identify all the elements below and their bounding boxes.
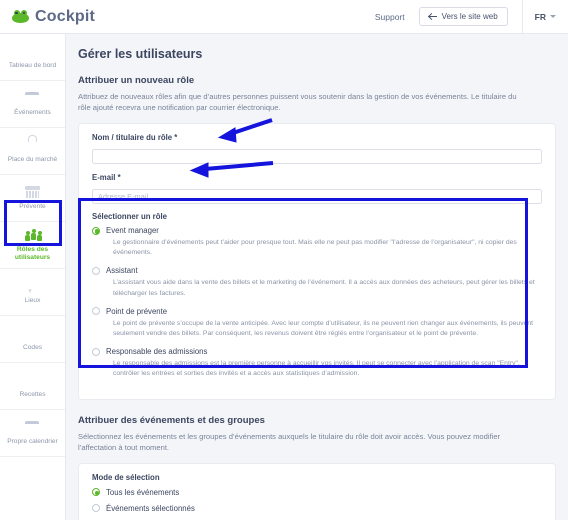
email-field-group: E-mail * xyxy=(79,173,555,204)
sidebar-item-user-roles[interactable]: Rôles des utilisateurs xyxy=(0,222,65,269)
assign-role-card: Nom / titulaire du rôle * E-mail * Sélec… xyxy=(78,123,556,400)
sidebar-item-label: Tableau de bord xyxy=(8,61,57,69)
sidebar-item-codes[interactable]: Codes xyxy=(0,316,65,363)
gauge-icon xyxy=(25,45,40,60)
sidebar-item-events[interactable]: Événements xyxy=(0,81,65,128)
email-input[interactable] xyxy=(92,189,542,204)
assign-role-section-description: Attribuez de nouveaux rôles afin que d’a… xyxy=(78,92,517,112)
go-to-website-button[interactable]: Vers le site web xyxy=(418,7,508,26)
radio-presale-point[interactable] xyxy=(92,307,100,316)
dice-icon xyxy=(25,327,40,342)
role-option-assistant[interactable]: Assistant L’assistant vous aide dans la … xyxy=(92,266,542,298)
chevron-down-icon xyxy=(550,15,556,18)
radio-admissions-manager[interactable] xyxy=(92,347,100,356)
role-option-description: Le gestionnaire d’événements peut t’aide… xyxy=(113,239,517,257)
radio-all-events[interactable] xyxy=(92,488,100,496)
mode-option-label: Tous les événements xyxy=(106,487,180,497)
selection-mode-card: Mode de sélection Tous les événements Év… xyxy=(78,462,556,520)
mode-option-all-events[interactable]: Tous les événements xyxy=(92,488,542,497)
role-option-label: Responsable des admissions xyxy=(106,347,208,357)
map-pin-icon xyxy=(25,280,40,295)
role-option-description: Le responsable des admissions est la pre… xyxy=(113,360,520,378)
arrow-left-icon xyxy=(428,13,437,21)
brand-logo[interactable]: Cockpit xyxy=(12,8,95,26)
selection-mode-group: Mode de sélection Tous les événements Év… xyxy=(79,464,555,520)
email-field-label: E-mail * xyxy=(92,173,121,182)
role-option-description: Le point de prévente s’occupe de la vent… xyxy=(113,319,534,337)
sidebar-item-venues[interactable]: Lieux xyxy=(0,269,65,316)
role-option-label: Assistant xyxy=(106,266,138,276)
sidebar-item-label: Prévente xyxy=(19,202,46,210)
go-to-website-label: Vers le site web xyxy=(441,12,498,21)
sidebar-item-label: Lieux xyxy=(24,296,41,304)
sidebar-item-label: Codes xyxy=(22,343,43,351)
mode-option-label: Événements sélectionnés xyxy=(106,503,195,513)
shop-icon xyxy=(25,186,40,201)
users-icon xyxy=(25,228,42,244)
role-option-presale-point[interactable]: Point de prévente Le point de prévente s… xyxy=(92,307,542,339)
name-field-label: Nom / titulaire du rôle * xyxy=(92,133,178,142)
app-root: Cockpit Support Vers le site web FR Tabl… xyxy=(0,0,568,520)
sidebar-item-label: Rôles des utilisateurs xyxy=(14,245,51,261)
top-bar-right: Support Vers le site web FR xyxy=(375,0,568,34)
mode-option-selected-events[interactable]: Événements sélectionnés xyxy=(92,504,542,513)
sidebar-item-label: Recettes xyxy=(19,390,46,398)
role-option-admissions-manager[interactable]: Responsable des admissions Le responsabl… xyxy=(92,347,542,379)
assign-events-section-description: Sélectionnez les événements et les group… xyxy=(78,431,501,452)
sidebar-item-label: Propre calendrier xyxy=(7,437,58,445)
role-option-event-manager[interactable]: Event manager Le gestionnaire d’événemen… xyxy=(92,226,542,258)
language-label: FR xyxy=(534,11,546,22)
top-bar: Cockpit Support Vers le site web FR xyxy=(0,0,568,34)
sidebar-item-label: Événements xyxy=(14,108,51,116)
role-option-label: Event manager xyxy=(106,226,159,235)
role-option-label: Point de prévente xyxy=(106,306,168,316)
main-content: Gérer les utilisateurs Attribuer un nouv… xyxy=(66,34,568,520)
pie-chart-icon xyxy=(25,374,40,389)
sidebar-item-presale[interactable]: Prévente xyxy=(0,175,65,222)
radio-assistant[interactable] xyxy=(92,266,100,275)
support-link[interactable]: Support xyxy=(375,12,405,22)
name-field-group: Nom / titulaire du rôle * xyxy=(79,133,555,164)
sidebar-item-revenue[interactable]: Recettes xyxy=(0,363,65,410)
calendar-icon xyxy=(25,92,40,107)
radio-event-manager[interactable] xyxy=(92,226,100,235)
radio-selected-events[interactable] xyxy=(92,504,100,512)
role-select-title: Sélectionner un rôle xyxy=(92,212,167,221)
sidebar: Tableau de bord Événements Place du marc… xyxy=(0,34,66,520)
assign-events-section-title: Attribuer des événements et des groupes xyxy=(78,414,265,426)
sidebar-item-label: Place du marché xyxy=(7,155,58,163)
code-window-icon xyxy=(25,421,40,436)
frog-icon xyxy=(12,10,29,23)
assign-role-section-title: Attribuer un nouveau rôle xyxy=(78,75,195,86)
role-option-description: L’assistant vous aide dans la vente des … xyxy=(113,279,535,297)
sidebar-item-dashboard[interactable]: Tableau de bord xyxy=(0,34,65,81)
selection-mode-title: Mode de sélection xyxy=(92,472,160,482)
page-title: Gérer les utilisateurs xyxy=(78,47,203,61)
role-select-group: Sélectionner un rôle Event manager Le ge… xyxy=(79,204,555,389)
brand-name: Cockpit xyxy=(35,7,96,25)
sidebar-item-own-calendar[interactable]: Propre calendrier xyxy=(0,410,65,457)
bag-icon xyxy=(25,139,40,154)
sidebar-item-marketplace[interactable]: Place du marché xyxy=(0,128,65,175)
name-input[interactable] xyxy=(92,149,542,164)
language-selector[interactable]: FR xyxy=(523,12,568,22)
